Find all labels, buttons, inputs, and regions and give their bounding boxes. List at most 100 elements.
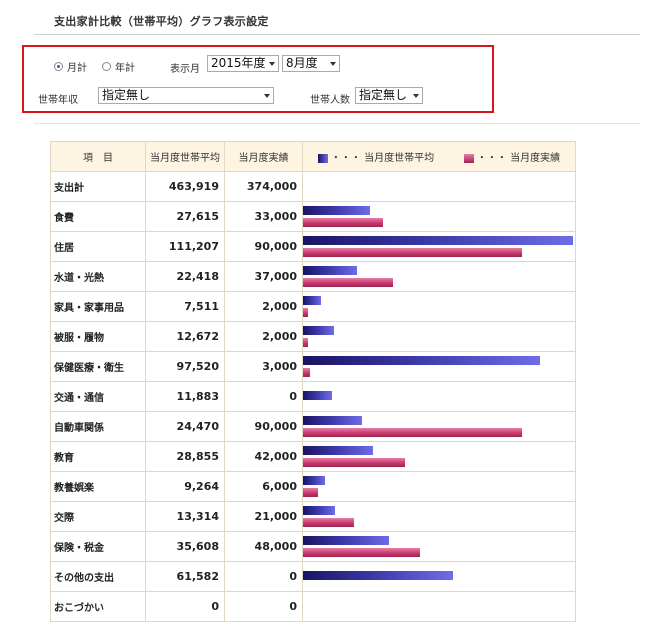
radio-monthly[interactable]: 月計 bbox=[54, 59, 87, 74]
row-label: 自動車関係 bbox=[50, 411, 146, 442]
row-avg-value: 13,314 bbox=[145, 501, 225, 532]
table-row: 家具・家事用品 7,511 2,000 bbox=[50, 291, 576, 322]
row-label: 水道・光熱 bbox=[50, 261, 146, 292]
income-label: 世帯年収 bbox=[38, 95, 78, 106]
row-bar-cell bbox=[302, 441, 576, 472]
legend-avg-label: ・・・ 当月度世帯平均 bbox=[330, 153, 435, 164]
row-actual-value: 42,000 bbox=[224, 441, 303, 472]
avg-bar bbox=[303, 506, 335, 515]
row-bar-cell bbox=[302, 531, 576, 562]
header-avg: 当月度世帯平均 bbox=[145, 141, 225, 172]
table-row: 住居 111,207 90,000 bbox=[50, 231, 576, 262]
row-label: 食費 bbox=[50, 201, 146, 232]
table-row: 食費 27,615 33,000 bbox=[50, 201, 576, 232]
radio-yearly[interactable]: 年計 bbox=[102, 59, 135, 74]
avg-bar bbox=[303, 446, 373, 455]
avg-bar bbox=[303, 236, 573, 245]
row-label: おこづかい bbox=[50, 591, 146, 622]
row-actual-value: 48,000 bbox=[224, 531, 303, 562]
radio-yearly-label: 年計 bbox=[115, 63, 135, 74]
row-avg-value: 24,470 bbox=[145, 411, 225, 442]
row-avg-value: 12,672 bbox=[145, 321, 225, 352]
avg-bar bbox=[303, 296, 321, 305]
filter-panel: 月計 年計 表示月 2015年度 8月度 世帯年収 指定無し 世帯人数 指定無し bbox=[22, 45, 494, 113]
row-avg-value: 61,582 bbox=[145, 561, 225, 592]
table-row: 保健医療・衛生 97,520 3,000 bbox=[50, 351, 576, 382]
table-row: 交通・通信 11,883 0 bbox=[50, 381, 576, 412]
row-actual-value: 0 bbox=[224, 591, 303, 622]
row-bar-cell bbox=[302, 561, 576, 592]
avg-bar bbox=[303, 416, 362, 425]
row-label: 支出計 bbox=[50, 171, 146, 202]
row-bar-cell bbox=[302, 501, 576, 532]
header-legend: ・・・ 当月度世帯平均 ・・・ 当月度実績 bbox=[302, 141, 576, 172]
actual-bar bbox=[303, 548, 420, 557]
row-bar-cell bbox=[302, 321, 576, 352]
page-title: 支出家計比較（世帯平均）グラフ表示設定 bbox=[54, 15, 269, 28]
actual-bar bbox=[303, 278, 393, 287]
row-actual-value: 0 bbox=[224, 381, 303, 412]
year-select-value: 2015年度 bbox=[211, 56, 266, 70]
avg-bar bbox=[303, 356, 540, 365]
members-select[interactable]: 指定無し bbox=[355, 87, 423, 104]
title-divider bbox=[34, 34, 640, 35]
actual-bar bbox=[303, 308, 308, 317]
row-label: 保健医療・衛生 bbox=[50, 351, 146, 382]
actual-bar bbox=[303, 428, 522, 437]
chevron-down-icon bbox=[330, 62, 336, 66]
row-actual-value: 90,000 bbox=[224, 231, 303, 262]
chevron-down-icon bbox=[269, 62, 275, 66]
income-select[interactable]: 指定無し bbox=[98, 87, 274, 104]
row-avg-value: 7,511 bbox=[145, 291, 225, 322]
header-item: 項 目 bbox=[50, 141, 146, 172]
row-actual-value: 21,000 bbox=[224, 501, 303, 532]
radio-monthly-dot[interactable] bbox=[54, 62, 63, 71]
members-label: 世帯人数 bbox=[310, 95, 350, 106]
row-bar-cell bbox=[302, 351, 576, 382]
legend-actual-swatch bbox=[463, 153, 474, 163]
actual-bar bbox=[303, 368, 310, 377]
month-select[interactable]: 8月度 bbox=[282, 55, 340, 72]
row-label: 交通・通信 bbox=[50, 381, 146, 412]
table-row: 水道・光熱 22,418 37,000 bbox=[50, 261, 576, 292]
row-actual-value: 0 bbox=[224, 561, 303, 592]
row-label: 住居 bbox=[50, 231, 146, 262]
row-avg-value: 97,520 bbox=[145, 351, 225, 382]
income-select-value: 指定無し bbox=[102, 88, 151, 102]
row-actual-value: 374,000 bbox=[224, 171, 303, 202]
row-label: 教養娯楽 bbox=[50, 471, 146, 502]
row-avg-value: 28,855 bbox=[145, 441, 225, 472]
avg-bar bbox=[303, 206, 370, 215]
table-row: 被服・履物 12,672 2,000 bbox=[50, 321, 576, 352]
actual-bar bbox=[303, 218, 383, 227]
row-avg-value: 463,919 bbox=[145, 171, 225, 202]
year-select[interactable]: 2015年度 bbox=[207, 55, 279, 72]
avg-bar bbox=[303, 326, 334, 335]
expense-comparison-table: 項 目 当月度世帯平均 当月度実績 ・・・ 当月度世帯平均 ・・・ 当月度実績 … bbox=[50, 141, 576, 622]
row-bar-cell bbox=[302, 231, 576, 262]
row-label: 交際 bbox=[50, 501, 146, 532]
row-label: 保険・税金 bbox=[50, 531, 146, 562]
legend-avg: ・・・ 当月度世帯平均 bbox=[317, 149, 435, 164]
row-actual-value: 90,000 bbox=[224, 411, 303, 442]
display-month-label: 表示月 bbox=[170, 64, 200, 75]
row-actual-value: 2,000 bbox=[224, 291, 303, 322]
row-actual-value: 37,000 bbox=[224, 261, 303, 292]
row-bar-cell bbox=[302, 261, 576, 292]
row-bar-cell bbox=[302, 291, 576, 322]
row-bar-cell bbox=[302, 471, 576, 502]
table-row: 交際 13,314 21,000 bbox=[50, 501, 576, 532]
row-actual-value: 6,000 bbox=[224, 471, 303, 502]
row-avg-value: 22,418 bbox=[145, 261, 225, 292]
row-actual-value: 3,000 bbox=[224, 351, 303, 382]
header-actual: 当月度実績 bbox=[224, 141, 303, 172]
row-label: 家具・家事用品 bbox=[50, 291, 146, 322]
table-row: その他の支出 61,582 0 bbox=[50, 561, 576, 592]
row-bar-cell bbox=[302, 591, 576, 622]
members-select-value: 指定無し bbox=[359, 88, 408, 102]
row-avg-value: 11,883 bbox=[145, 381, 225, 412]
radio-yearly-dot[interactable] bbox=[102, 62, 111, 71]
row-avg-value: 9,264 bbox=[145, 471, 225, 502]
avg-bar bbox=[303, 476, 325, 485]
row-label: 被服・履物 bbox=[50, 321, 146, 352]
